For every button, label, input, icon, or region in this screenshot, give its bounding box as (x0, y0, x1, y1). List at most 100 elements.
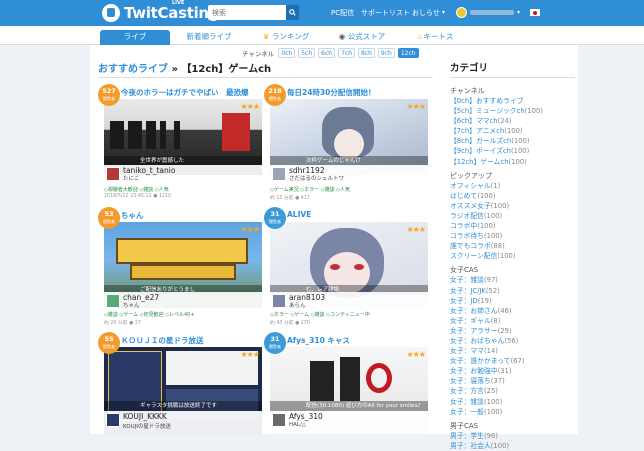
sidebar-item[interactable]: 女子：方言(25) (450, 386, 575, 396)
card-title[interactable]: ちゃん (121, 210, 144, 221)
sidebar-item[interactable]: コラボ待ち(100) (450, 231, 575, 241)
sidebar-item[interactable]: 女子：アラサー(29) (450, 326, 575, 336)
broadcaster-strip[interactable]: Afys_310 HAL/△ (270, 411, 428, 434)
search-input[interactable] (208, 5, 286, 20)
tab-live[interactable]: ライブ (100, 30, 170, 45)
broadcaster-avatar[interactable] (272, 294, 286, 308)
sidebar-item[interactable]: 女子：寝落ち(37) (450, 376, 575, 386)
card-title[interactable]: 今夜のホラーはガチでやばい 最恐爆 (121, 87, 249, 98)
channel-7ch[interactable]: 7ch (338, 47, 355, 58)
sidebar-item[interactable]: 女子：JC/JK(52) (450, 286, 575, 296)
japan-flag-icon[interactable] (530, 9, 540, 16)
sidebar-item-label[interactable]: 【9ch】ボーイズch (450, 147, 511, 155)
channel-5ch[interactable]: 5ch (298, 47, 316, 58)
sidebar-item-label[interactable]: 女子：雑談 (450, 276, 484, 284)
sidebar-item-label[interactable]: スクリーン配信 (450, 252, 497, 260)
sidebar-item[interactable]: オススメ女子(100) (450, 201, 575, 211)
sidebar-item-label[interactable]: 女子：誰かかまって (450, 357, 511, 365)
sidebar-item[interactable]: 【7ch】アニメch(100) (450, 126, 575, 136)
twitcasting-logo[interactable]: TwitCasting (102, 4, 220, 22)
live-card[interactable]: 今夜のホラーはガチでやばい 最恐爆 527 閲覧者 ★★★ 全世界が震撼した ta… (98, 84, 262, 202)
channel-9ch[interactable]: 9ch (377, 47, 395, 58)
broadcaster-strip[interactable]: chan_e27 ちゃん (104, 292, 262, 309)
sidebar-item[interactable]: 男子：社会人(100) (450, 441, 575, 451)
sidebar-item-label[interactable]: 女子：方言 (450, 387, 484, 395)
live-card[interactable]: ＫＯＵＪＩの星ドラ放送 55 閲覧者 ★★★ ギャラスタ挑戦は放送終了です KOU… (98, 332, 262, 434)
sidebar-item[interactable]: コラボ中(100) (450, 221, 575, 231)
live-card[interactable]: 毎日24時30分配信開始！ 218 閲覧者 ★★★ 次枠ゲームのじゃんけ sdhr… (264, 84, 428, 202)
sidebar-item[interactable]: 女子：お姉さん(46) (450, 306, 575, 316)
sidebar-item-label[interactable]: コラボ中 (450, 222, 477, 230)
sidebar-item-label[interactable]: 女子：おばちゃん (450, 337, 504, 345)
sidebar-item-label[interactable]: 女子：雑談 (450, 398, 484, 406)
card-title[interactable]: ＫＯＵＪＩの星ドラ放送 (121, 335, 204, 346)
broadcaster-id[interactable]: KOUJI_KKKK (123, 412, 167, 421)
nav-notices[interactable]: おしらせ (412, 8, 440, 18)
sidebar-item-label[interactable]: 女子：寝落ち (450, 377, 491, 385)
tab-ranking[interactable]: ♛ ランキング (256, 30, 316, 45)
sidebar-item-label[interactable]: 【8ch】ガールズch (450, 137, 511, 145)
chevron-down-icon[interactable]: ▾ (442, 9, 445, 16)
broadcaster-strip[interactable]: aran8103 あらん (270, 292, 428, 309)
user-menu-chevron-icon[interactable]: ▾ (517, 9, 520, 16)
card-title[interactable]: 毎日24時30分配信開始！ (287, 87, 375, 98)
sidebar-item[interactable]: 【6ch】ママch(24) (450, 116, 575, 126)
channel-12ch[interactable]: 12ch (397, 47, 419, 58)
sidebar-item[interactable]: 女子：一般(100) (450, 407, 575, 417)
sidebar-item-label[interactable]: コラボ待ち (450, 232, 484, 240)
sidebar-item[interactable]: 女子：お勉強中(31) (450, 366, 575, 376)
sidebar-item[interactable]: 女子：雑談(100) (450, 397, 575, 407)
card-tags[interactable]: ◇ゲーム実況 ◇ホラー ◇雑談 ◇人気 (270, 186, 350, 193)
card-tags[interactable]: ◇雑談 ◇ゲーム ◇初見歓迎 ◇レベル40+ (104, 311, 195, 318)
sidebar-item[interactable]: 女子：おばちゃん(56) (450, 336, 575, 346)
nav-support-list[interactable]: サポートリスト (361, 8, 410, 18)
sidebar-item-label[interactable]: 【12ch】ゲームch (450, 158, 509, 166)
sidebar-item-label[interactable]: 男子：社会人 (450, 442, 491, 450)
sidebar-item-label[interactable]: 【5ch】ミュージックch (450, 107, 525, 115)
sidebar-item-label[interactable]: 女子：JC/JK (450, 287, 486, 295)
sidebar-item-label[interactable]: 【7ch】アニメch (450, 127, 504, 135)
broadcaster-avatar[interactable] (106, 167, 120, 181)
sidebar-item[interactable]: 【0ch】おすすめライブ (450, 96, 575, 106)
sidebar-item[interactable]: 女子：雑談(97) (450, 275, 575, 285)
sidebar-item-label[interactable]: オススメ女子 (450, 202, 491, 210)
user-avatar[interactable] (456, 7, 467, 18)
sidebar-item[interactable]: はじめて(100) (450, 191, 575, 201)
sidebar-item-label[interactable]: オフィシャル (450, 182, 491, 190)
card-title[interactable]: ALIVE (287, 210, 311, 219)
channel-8ch[interactable]: 8ch (358, 47, 375, 58)
sidebar-item[interactable]: 男子：学生(96) (450, 431, 575, 441)
sidebar-item-label[interactable]: 女子：一般 (450, 408, 484, 416)
breadcrumb-recommended[interactable]: おすすめライブ (98, 64, 168, 75)
card-tags[interactable]: ◇ホラー ◇ゲーム ◇雑談 ◇コンティニュー中 (270, 311, 370, 318)
sidebar-item[interactable]: スクリーン配信(100) (450, 251, 575, 261)
sidebar-item-label[interactable]: 女子：お姉さん (450, 307, 498, 315)
sidebar-item[interactable]: 女子：ギャル(8) (450, 316, 575, 326)
sidebar-item[interactable]: ラジオ配信(100) (450, 211, 575, 221)
broadcaster-id[interactable]: Afys_310 (289, 412, 323, 421)
sidebar-item-label[interactable]: 女子：JD (450, 297, 478, 305)
broadcaster-strip[interactable]: taniko_t_tanio たにこ (104, 165, 262, 183)
live-card[interactable]: ちゃん 53 閲覧者 ★★★ ご配信ありがとうまし chan_e27 ちゃん ◇雑… (98, 207, 262, 330)
card-title[interactable]: Afys_310 キャス (287, 335, 350, 346)
sidebar-item-label[interactable]: 誰でもコラボ (450, 242, 491, 250)
sidebar-item[interactable]: 【9ch】ボーイズch(100) (450, 146, 575, 156)
broadcaster-strip[interactable]: sdhr1192 さだはるのシェルトワ (270, 165, 428, 183)
broadcaster-avatar[interactable] (272, 167, 286, 181)
sidebar-item[interactable]: 【8ch】ガールズch(100) (450, 136, 575, 146)
broadcaster-avatar[interactable] (106, 413, 120, 427)
live-card[interactable]: ALIVE 31 閲覧者 ★★★ む、レア雑談 aran8103 あらん ◇ホラー… (264, 207, 428, 330)
sidebar-item-label[interactable]: はじめて (450, 192, 477, 200)
sidebar-item-label[interactable]: ラジオ配信 (450, 212, 484, 220)
sidebar-item-label[interactable]: 男子：学生 (450, 432, 484, 440)
sidebar-item[interactable]: 【5ch】ミュージックch(100) (450, 106, 575, 116)
sidebar-item[interactable]: 誰でもコラボ(88) (450, 241, 575, 251)
sidebar-item[interactable]: オフィシャル(1) (450, 181, 575, 191)
sidebar-item[interactable]: 女子：ママ(14) (450, 346, 575, 356)
search-button[interactable] (286, 5, 299, 20)
tab-official-store[interactable]: ◉ 公式ストア (332, 30, 392, 45)
broadcaster-avatar[interactable] (106, 294, 120, 308)
sidebar-item-label[interactable]: 女子：アラサー (450, 327, 498, 335)
channel-6ch[interactable]: 6ch (318, 47, 336, 58)
tab-new-live[interactable]: 新着順ライブ (175, 30, 243, 45)
